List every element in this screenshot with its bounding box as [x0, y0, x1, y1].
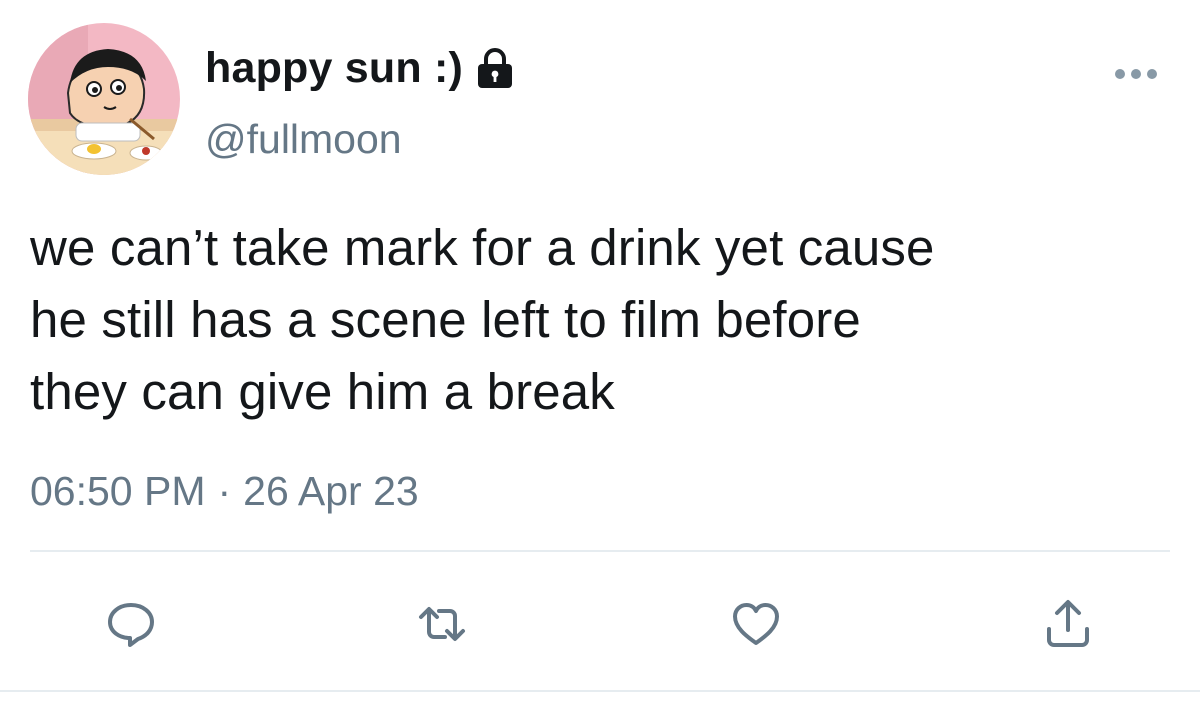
- share-button[interactable]: [1040, 596, 1096, 652]
- avatar[interactable]: [28, 23, 180, 175]
- tweet-timestamp[interactable]: 06:50 PM · 26 Apr 23: [30, 468, 419, 515]
- tweet-text-line: we can’t take mark for a drink yet cause: [30, 219, 935, 276]
- display-name-row: happy sun :): [205, 40, 515, 96]
- tweet-date: 26 Apr 23: [243, 468, 419, 514]
- retweet-button[interactable]: [414, 596, 470, 652]
- like-button[interactable]: [728, 596, 784, 652]
- tweet-text-line: he still has a scene left to film before: [30, 291, 861, 348]
- tweet-text: we can’t take mark for a drink yet cause…: [30, 212, 1190, 428]
- display-name[interactable]: happy sun :): [205, 44, 463, 93]
- divider-bottom: [0, 690, 1200, 692]
- reply-icon: [108, 603, 154, 647]
- avatar-image: [28, 23, 180, 175]
- more-options-icon: [1115, 69, 1157, 79]
- tweet-text-line: they can give him a break: [30, 363, 615, 420]
- reply-button[interactable]: [103, 596, 159, 652]
- divider: [30, 550, 1170, 552]
- tweet-card: happy sun :) @fullmoon we can’t take mar…: [0, 0, 1200, 710]
- share-icon: [1047, 600, 1089, 647]
- heart-icon: [733, 603, 779, 645]
- more-options-button[interactable]: [1106, 54, 1166, 94]
- lock-icon: [478, 48, 513, 88]
- timestamp-separator: ·: [217, 468, 232, 514]
- tweet-time: 06:50 PM: [30, 468, 206, 514]
- user-handle[interactable]: @fullmoon: [205, 116, 402, 163]
- retweet-icon: [419, 607, 465, 641]
